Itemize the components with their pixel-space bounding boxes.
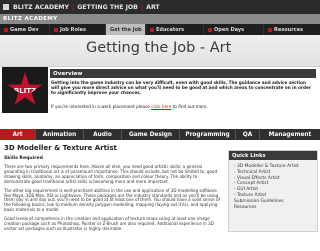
blitz-logo: BLITZ	[2, 67, 48, 113]
role-heading: 3D Modeller & Texture Artist	[4, 144, 117, 152]
nav-game-dev[interactable]: Game Dev	[0, 24, 50, 35]
bullet-icon	[4, 27, 8, 32]
breadcrumb-separator: |	[140, 3, 144, 11]
skills-subheading: Skills Required	[4, 156, 43, 161]
bullet-icon	[208, 27, 212, 32]
main-content: 3D Modeller & Texture Artist Skills Requ…	[4, 144, 223, 232]
breadcrumb: BLITZ ACADEMY | GETTING THE JOB | ART	[0, 0, 320, 14]
nav-label: Game Dev	[10, 26, 39, 33]
nav-job-roles[interactable]: Job Roles	[50, 24, 106, 35]
note-prefix: If you're interested in a work placement…	[51, 104, 150, 109]
top-nav: Game Dev Job Roles Get the Job Educators…	[0, 24, 320, 35]
nav-label: Resources	[274, 26, 304, 33]
tab-programming[interactable]: Programming	[180, 129, 236, 140]
note-suffix: to find out more.	[172, 104, 208, 109]
discipline-tabs: Art Animation Audio Game Design Programm…	[0, 129, 320, 140]
paragraph: The other big requirement is well-practi…	[4, 187, 220, 213]
work-placement-note: If you're interested in a work placement…	[51, 104, 315, 109]
quick-links-list: 3D Modeller & Texture Artist Technical A…	[229, 160, 317, 210]
breadcrumb-academy[interactable]: BLITZ ACADEMY	[13, 4, 69, 11]
page-title: Getting the Job - Art	[86, 40, 232, 56]
nav-label: Open Days	[214, 26, 245, 33]
breadcrumb-art: ART	[146, 3, 160, 11]
nav-open-days[interactable]: Open Days	[204, 24, 264, 35]
paragraph: Good levels of competence in the creatio…	[4, 216, 214, 231]
quick-link-resources[interactable]: Resources	[234, 205, 317, 211]
click-here-link[interactable]: click here	[151, 104, 171, 109]
nav-label: Get the Job	[110, 26, 142, 33]
bullet-icon	[268, 27, 272, 32]
nav-label: Job Roles	[60, 26, 86, 33]
quick-links-panel: Quick Links 3D Modeller & Texture Artist…	[228, 150, 318, 232]
nav-get-the-job[interactable]: Get the Job	[106, 24, 146, 35]
bullet-icon	[150, 27, 154, 32]
breadcrumb-separator: |	[71, 3, 75, 11]
home-icon[interactable]	[3, 4, 9, 10]
nav-label: Educators	[156, 26, 185, 33]
logo-text: BLITZ	[13, 87, 37, 95]
tab-animation[interactable]: Animation	[36, 129, 84, 140]
nav-educators[interactable]: Educators	[146, 24, 204, 35]
academy-bar: BLITZ ACADEMY	[0, 14, 320, 24]
tab-audio[interactable]: Audio	[84, 129, 122, 140]
tab-art[interactable]: Art	[0, 129, 36, 140]
bullet-icon	[54, 27, 58, 32]
paragraph: There are two primary requirements here.…	[4, 164, 218, 184]
quick-links-heading: Quick Links	[229, 151, 317, 160]
academy-label: BLITZ ACADEMY	[3, 16, 58, 22]
nav-resources[interactable]: Resources	[264, 24, 320, 35]
overview-heading: Overview	[50, 69, 316, 78]
tab-qa[interactable]: QA	[236, 129, 260, 140]
tab-management[interactable]: Management	[260, 129, 320, 140]
star-icon: BLITZ	[7, 72, 43, 105]
breadcrumb-getting-the-job[interactable]: GETTING THE JOB	[77, 4, 138, 11]
overview-text: Getting into the game industry can be ve…	[51, 80, 311, 95]
tab-game-design[interactable]: Game Design	[122, 129, 180, 140]
